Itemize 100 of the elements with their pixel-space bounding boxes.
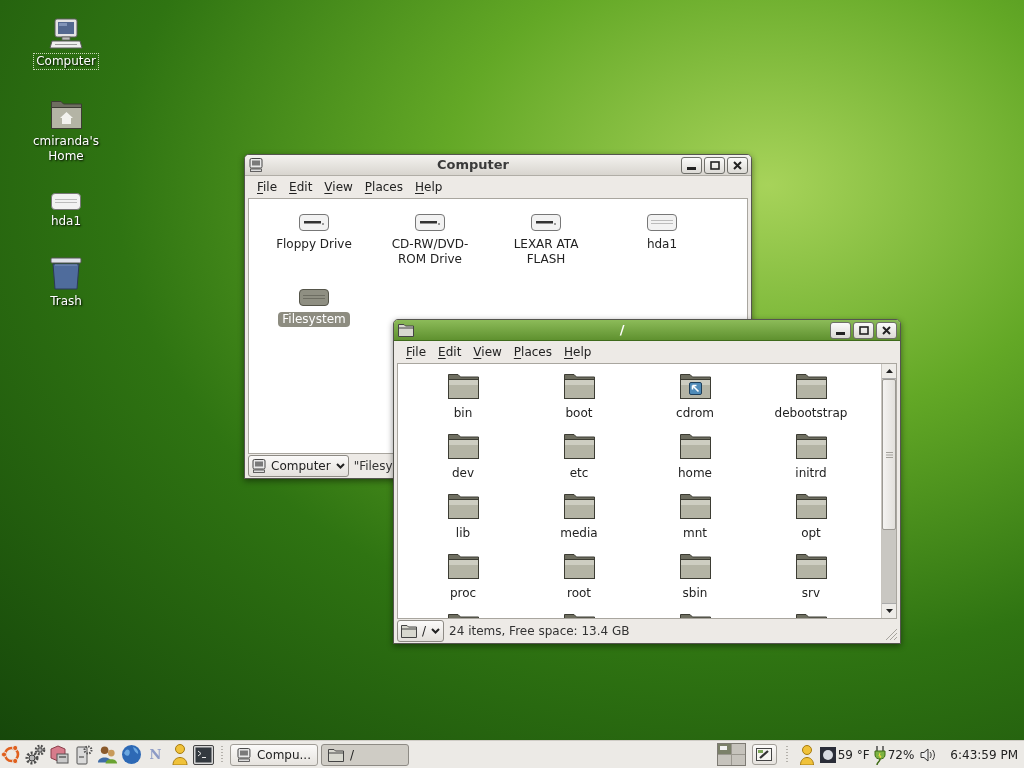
folder-icon (446, 433, 480, 460)
maximize-button[interactable] (704, 156, 725, 174)
scrollbar-thumb[interactable] (882, 379, 896, 530)
file-label[interactable]: Floppy Drive (272, 237, 356, 252)
file-label[interactable]: etc (565, 466, 593, 481)
minimize-icon (836, 331, 845, 335)
speaker-icon[interactable] (920, 747, 937, 762)
menu-item[interactable]: Help (558, 342, 598, 362)
workspace-cell[interactable] (731, 744, 745, 754)
file-label[interactable]: dev (447, 466, 479, 481)
caret-icon (335, 463, 345, 469)
file-label[interactable]: bin (449, 406, 477, 421)
close-button[interactable] (727, 156, 748, 174)
folder-icon (562, 553, 596, 580)
workspace-cell[interactable] (731, 755, 745, 765)
plug-icon[interactable] (873, 744, 886, 765)
minimize-button[interactable] (830, 321, 851, 339)
caret-icon (431, 628, 441, 634)
boxes-icon[interactable] (49, 744, 70, 765)
file-label[interactable]: media (556, 526, 602, 541)
up-arrow-icon (885, 369, 893, 373)
menu-item[interactable]: Edit (283, 177, 319, 197)
folder-icon (446, 493, 480, 520)
scroll-up-button[interactable] (882, 364, 896, 379)
folder-link-icon (678, 373, 712, 400)
file-label[interactable]: initrd (791, 466, 831, 481)
down-arrow-icon (885, 609, 893, 613)
file-label[interactable]: home (674, 466, 716, 481)
scroll-down-button[interactable] (882, 603, 896, 618)
location-dropdown[interactable]: / (397, 620, 445, 642)
computer-icon (249, 158, 263, 172)
drive-icon (531, 214, 561, 231)
globe-icon[interactable] (121, 744, 142, 765)
home-folder-icon (49, 100, 83, 130)
gears-icon[interactable] (25, 744, 46, 765)
close-icon (882, 325, 891, 335)
minimize-icon (687, 166, 696, 170)
notes-button[interactable] (751, 744, 777, 765)
status-text: "Filesy (353, 458, 393, 475)
window-title: / (618, 322, 626, 338)
minimize-button[interactable] (681, 156, 702, 174)
folder-icon (398, 323, 414, 337)
workspace-cell[interactable] (717, 755, 731, 765)
close-button[interactable] (876, 321, 897, 339)
moon-icon[interactable] (819, 746, 836, 763)
menu-item[interactable]: View (467, 342, 508, 362)
location-dropdown[interactable]: Computer (248, 455, 349, 477)
pencil-note-icon (756, 748, 773, 761)
gear-panel-icon[interactable] (73, 744, 94, 765)
close-icon (733, 160, 742, 170)
menu-item[interactable]: File (400, 342, 433, 362)
menu-item[interactable]: Places (507, 342, 558, 362)
folder-icon (794, 433, 828, 460)
users-icon[interactable] (97, 744, 118, 765)
grip-icon (885, 451, 893, 458)
task-button[interactable]: / (321, 743, 409, 766)
menu-item[interactable]: Edit (432, 342, 468, 362)
computer-icon (252, 459, 266, 473)
file-label[interactable]: mnt (679, 526, 711, 541)
file-label[interactable]: proc (445, 586, 481, 601)
clock[interactable]: 6:43:59 PM (950, 745, 1018, 764)
resize-grip-icon (885, 628, 898, 641)
file-label[interactable]: boot (561, 406, 597, 421)
desktop-icon-label[interactable]: cmiranda's Home (25, 133, 107, 165)
folder-icon (678, 553, 712, 580)
desktop-icon-label[interactable]: Computer (33, 53, 99, 70)
folder-icon (562, 493, 596, 520)
battery-reading: 72% (887, 746, 915, 764)
file-label[interactable]: debootstrap (770, 406, 852, 421)
workspace-cell[interactable] (717, 744, 731, 754)
folder-icon (328, 747, 344, 762)
maximize-icon (709, 160, 720, 170)
file-label[interactable]: lib (451, 526, 475, 541)
task-button[interactable]: Compu... (230, 743, 318, 766)
maximize-button[interactable] (853, 321, 874, 339)
menu-item[interactable]: File (251, 177, 284, 197)
workspace-switcher[interactable] (716, 743, 746, 766)
computer-icon (237, 747, 251, 762)
menu-item[interactable]: View (318, 177, 359, 197)
file-label[interactable]: sbin (678, 586, 712, 601)
window-title: Computer (436, 157, 510, 173)
desktop-icon-label[interactable]: hda1 (47, 213, 85, 230)
file-label[interactable]: LEXAR ATA FLASH (498, 237, 594, 267)
file-label[interactable]: root (562, 586, 596, 601)
file-label[interactable]: srv (797, 586, 825, 601)
file-label[interactable]: CD-RW/DVD-ROM Drive (382, 237, 478, 267)
drive-icon (299, 289, 329, 306)
terminal-icon[interactable] (193, 744, 214, 765)
ubuntu-logo-icon[interactable] (1, 744, 22, 765)
desktop-icon-label[interactable]: Trash (47, 293, 85, 310)
menu-item[interactable]: Help (409, 177, 449, 197)
trash-icon (50, 257, 82, 290)
maximize-icon (858, 325, 869, 335)
menu-item[interactable]: Places (358, 177, 409, 197)
folder-icon (446, 553, 480, 580)
file-label[interactable]: cdrom (672, 406, 718, 421)
status-text: 24 items, Free space: 13.4 GB (449, 623, 630, 640)
file-label[interactable]: hda1 (642, 237, 682, 252)
folder-icon (678, 493, 712, 520)
file-label[interactable]: opt (797, 526, 825, 541)
